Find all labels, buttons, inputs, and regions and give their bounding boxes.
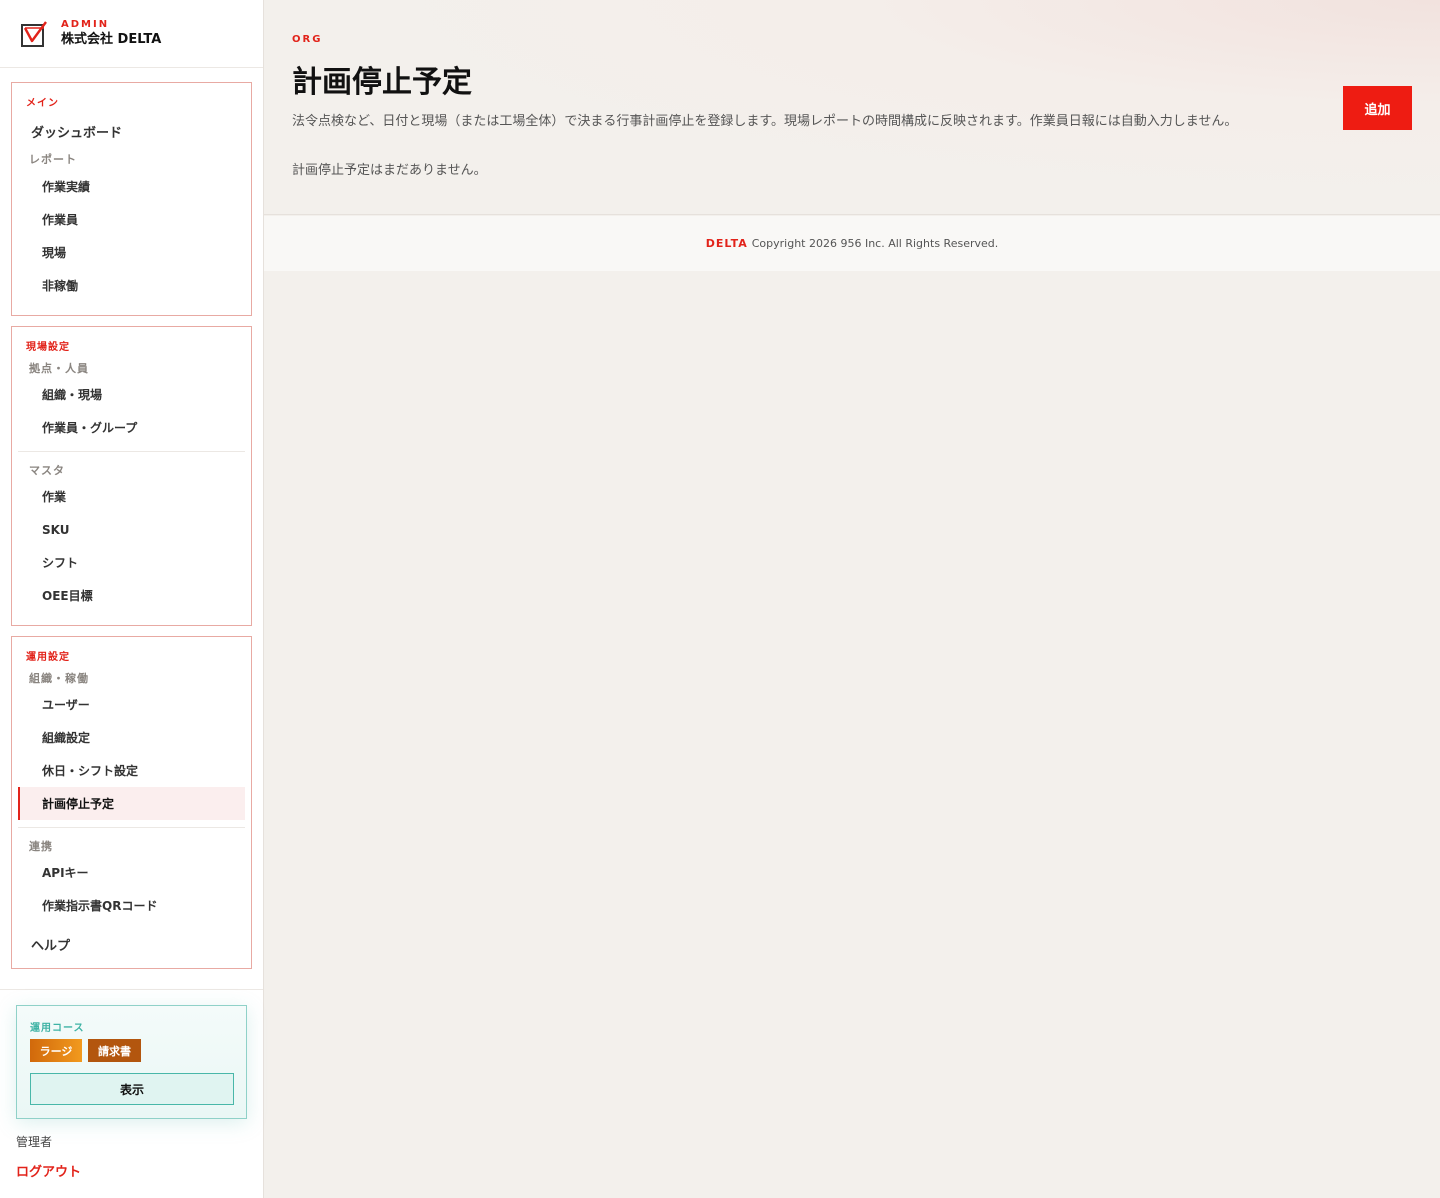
sidebar-item-users[interactable]: ユーザー (18, 688, 245, 721)
sidebar-item-sites[interactable]: 現場 (18, 236, 245, 269)
sidebar-item-oee-targets[interactable]: OEE目標 (18, 579, 245, 612)
divider (18, 827, 245, 828)
add-button[interactable]: 追加 (1343, 86, 1412, 130)
sidebar-item-help[interactable]: ヘルプ (31, 935, 70, 954)
footer-copyright: Copyright 2026 956 Inc. All Rights Reser… (751, 237, 999, 250)
sidebar-item-planned-stops[interactable]: 計画停止予定 (18, 787, 245, 820)
page-description: 法令点検など、日付と現場（または工場全体）で決まる行事計画停止を登録します。現場… (292, 114, 1238, 129)
footer-brand: DELTA (705, 237, 748, 250)
plan-card: 運用コース ラージ 請求書 表示 (16, 1005, 247, 1119)
plan-view-button[interactable]: 表示 (30, 1073, 234, 1105)
logo-icon (21, 20, 47, 47)
sidebar-item-tasks[interactable]: 作業 (18, 480, 245, 513)
brand-name: 株式会社 DELTA (61, 31, 162, 47)
brand-tag: ADMIN (61, 18, 110, 30)
plan-badge-large: ラージ (30, 1039, 82, 1062)
nav-sub-label: レポート (29, 153, 77, 166)
plan-badge-invoice: 請求書 (88, 1039, 141, 1062)
empty-state-message: 計画停止予定はまだありません。 (292, 163, 487, 178)
nav-group-ops-settings: 運用設定 組織・稼働 ユーザー 組織設定 休日・シフト設定 計画停止予定 連携 … (11, 636, 252, 969)
nav-sub-label: 拠点・人員 (29, 362, 89, 375)
nav-group-main: メイン ダッシュボード レポート 作業実績 作業員 現場 非稼働 (11, 82, 252, 316)
nav-group-site-settings: 現場設定 拠点・人員 組織・現場 作業員・グループ マスタ 作業 SKU シフト… (11, 326, 252, 626)
page-header: ORG 計画停止予定 法令点検など、日付と現場（または工場全体）で決まる行事計画… (264, 0, 1440, 215)
sidebar-item-org-sites[interactable]: 組織・現場 (18, 378, 245, 411)
nav-sub-label: マスタ (29, 464, 65, 477)
sidebar-item-org-settings[interactable]: 組織設定 (18, 721, 245, 754)
sidebar-footer: 運用コース ラージ 請求書 表示 管理者 ログアウト (0, 989, 263, 1198)
nav-sub-label: 組織・稼働 (29, 672, 89, 685)
sidebar-item-work-results[interactable]: 作業実績 (18, 170, 245, 203)
sidebar-item-sku[interactable]: SKU (18, 513, 245, 546)
nav-group-title: 現場設定 (26, 342, 70, 353)
brand[interactable]: ADMIN 株式会社 DELTA (0, 0, 263, 68)
footer: DELTA Copyright 2026 956 Inc. All Rights… (264, 216, 1440, 271)
sidebar-item-dashboard[interactable]: ダッシュボード (31, 122, 122, 141)
sidebar-item-work-order-qr[interactable]: 作業指示書QRコード (18, 889, 245, 922)
sidebar: ADMIN 株式会社 DELTA メイン ダッシュボード レポート 作業実績 作… (0, 0, 264, 1198)
sidebar-item-workers[interactable]: 作業員 (18, 203, 245, 236)
plan-title: 運用コース (30, 1023, 85, 1034)
sidebar-item-shifts[interactable]: シフト (18, 546, 245, 579)
nav-group-title: メイン (26, 98, 59, 109)
divider (18, 451, 245, 452)
page-title: 計画停止予定 (292, 65, 472, 100)
sidebar-item-non-operation[interactable]: 非稼働 (18, 269, 245, 302)
sidebar-item-holiday-shift-settings[interactable]: 休日・シフト設定 (18, 754, 245, 787)
sidebar-item-api-keys[interactable]: APIキー (18, 856, 245, 889)
page-eyebrow: ORG (292, 34, 323, 45)
nav-sub-label: 連携 (29, 840, 53, 853)
logout-link[interactable]: ログアウト (16, 1161, 81, 1180)
sidebar-item-workers-groups[interactable]: 作業員・グループ (18, 411, 245, 444)
user-role: 管理者 (16, 1135, 53, 1149)
nav-group-title: 運用設定 (26, 652, 70, 663)
